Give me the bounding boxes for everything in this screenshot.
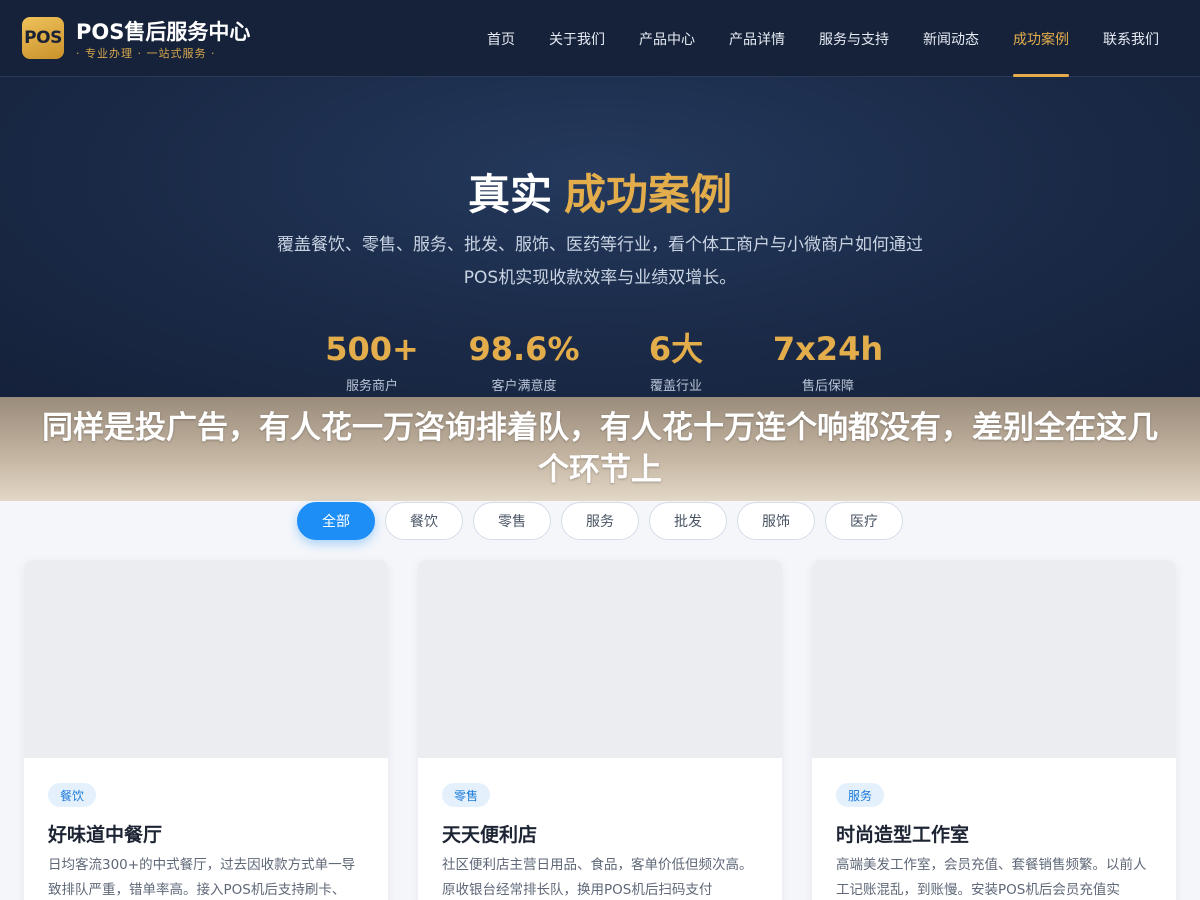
case-tag: 服务 xyxy=(836,783,885,807)
stat-support: 7x24h 售后保障 xyxy=(752,331,904,394)
case-image-placeholder xyxy=(812,560,1176,758)
stat-merchants: 500+ 服务商户 xyxy=(296,331,448,394)
stat-value: 7x24h xyxy=(772,330,884,368)
case-title[interactable]: 时尚造型工作室 xyxy=(836,820,969,847)
nav-item-about[interactable]: 关于我们 xyxy=(532,0,622,77)
stat-label: 客户满意度 xyxy=(491,379,557,394)
nav-item-news[interactable]: 新闻动态 xyxy=(906,0,996,77)
stat-label: 覆盖行业 xyxy=(649,379,702,394)
nav-item-product-detail[interactable]: 产品详情 xyxy=(712,0,802,77)
filter-service[interactable]: 服务 xyxy=(561,502,639,540)
stat-label: 服务商户 xyxy=(345,379,398,394)
filter-apparel[interactable]: 服饰 xyxy=(737,502,815,540)
banner-text: 同样是投广告，有人花一万咨询排着队，有人花十万连个响都没有，差别全在这几个环节上 xyxy=(42,410,1158,488)
page-title-plain: 真实 xyxy=(467,170,552,219)
filter-wholesale[interactable]: 批发 xyxy=(649,502,727,540)
case-description: 高端美发工作室，会员充值、套餐销售频繁。以前人工记账混乱，到账慢。安装POS机后… xyxy=(836,857,1147,898)
case-card[interactable]: 零售 天天便利店 社区便利店主营日用品、食品，客单价低但频次高。原收银台经常排长… xyxy=(418,560,782,900)
nav-item-cases[interactable]: 成功案例 xyxy=(996,0,1086,77)
stat-value: 500+ xyxy=(325,330,419,368)
category-filter: 全部 餐饮 零售 服务 批发 服饰 医疗 xyxy=(0,502,1200,540)
main-nav: 首页 关于我们 产品中心 产品详情 服务与支持 新闻动态 成功案例 联系我们 xyxy=(470,0,1176,77)
filter-all[interactable]: 全部 xyxy=(297,502,375,540)
filter-retail[interactable]: 零售 xyxy=(473,502,551,540)
case-image-placeholder xyxy=(418,560,782,758)
stat-industries: 6大 覆盖行业 xyxy=(600,331,752,394)
nav-item-products[interactable]: 产品中心 xyxy=(622,0,712,77)
case-image-placeholder xyxy=(24,560,388,758)
case-tag: 餐饮 xyxy=(48,783,97,807)
stat-value: 98.6% xyxy=(468,330,580,368)
logo-icon[interactable]: POS xyxy=(22,17,64,59)
case-title[interactable]: 好味道中餐厅 xyxy=(48,820,162,847)
site-title[interactable]: POS售后服务中心 xyxy=(76,16,250,46)
case-card[interactable]: 餐饮 好味道中餐厅 日均客流300+的中式餐厅，过去因收款方式单一导致排队严重，… xyxy=(24,560,388,900)
stat-label: 售后保障 xyxy=(801,379,854,394)
nav-item-home[interactable]: 首页 xyxy=(470,0,532,77)
site-slogan: · 专业办理 · 一站式服务 · xyxy=(76,47,216,60)
case-description: 社区便利店主营日用品、食品，客单价低但频次高。原收银台经常排长队，换用POS机后… xyxy=(442,857,753,898)
nav-item-contact[interactable]: 联系我们 xyxy=(1086,0,1176,77)
site-header: POS POS售后服务中心 · 专业办理 · 一站式服务 · 首页 关于我们 产… xyxy=(0,0,1200,77)
filter-medical[interactable]: 医疗 xyxy=(825,502,903,540)
filter-catering[interactable]: 餐饮 xyxy=(385,502,463,540)
hero-description: 覆盖餐饮、零售、服务、批发、服饰、医药等行业，看个体工商户与小微商户如何通过PO… xyxy=(277,235,923,288)
stat-value: 6大 xyxy=(648,330,704,368)
overlay-caption-banner: 同样是投广告，有人花一万咨询排着队，有人花十万连个响都没有，差别全在这几个环节上 xyxy=(0,397,1200,501)
hero-section: 真实 成功案例 覆盖餐饮、零售、服务、批发、服饰、医药等行业，看个体工商户与小微商… xyxy=(0,77,1200,397)
case-description: 日均客流300+的中式餐厅，过去因收款方式单一导致排队严重，错单率高。接入POS… xyxy=(48,857,356,898)
case-card[interactable]: 服务 时尚造型工作室 高端美发工作室，会员充值、套餐销售频繁。以前人工记账混乱，… xyxy=(812,560,1176,900)
case-title[interactable]: 天天便利店 xyxy=(442,820,537,847)
nav-item-service-support[interactable]: 服务与支持 xyxy=(802,0,906,77)
stat-satisfaction: 98.6% 客户满意度 xyxy=(448,331,600,394)
case-tag: 零售 xyxy=(442,783,491,807)
page-title: 真实 成功案例 xyxy=(0,161,1200,222)
page-title-accent: 成功案例 xyxy=(564,170,733,219)
stats-row: 500+ 服务商户 98.6% 客户满意度 6大 覆盖行业 7x24h 售后保障 xyxy=(0,331,1200,394)
